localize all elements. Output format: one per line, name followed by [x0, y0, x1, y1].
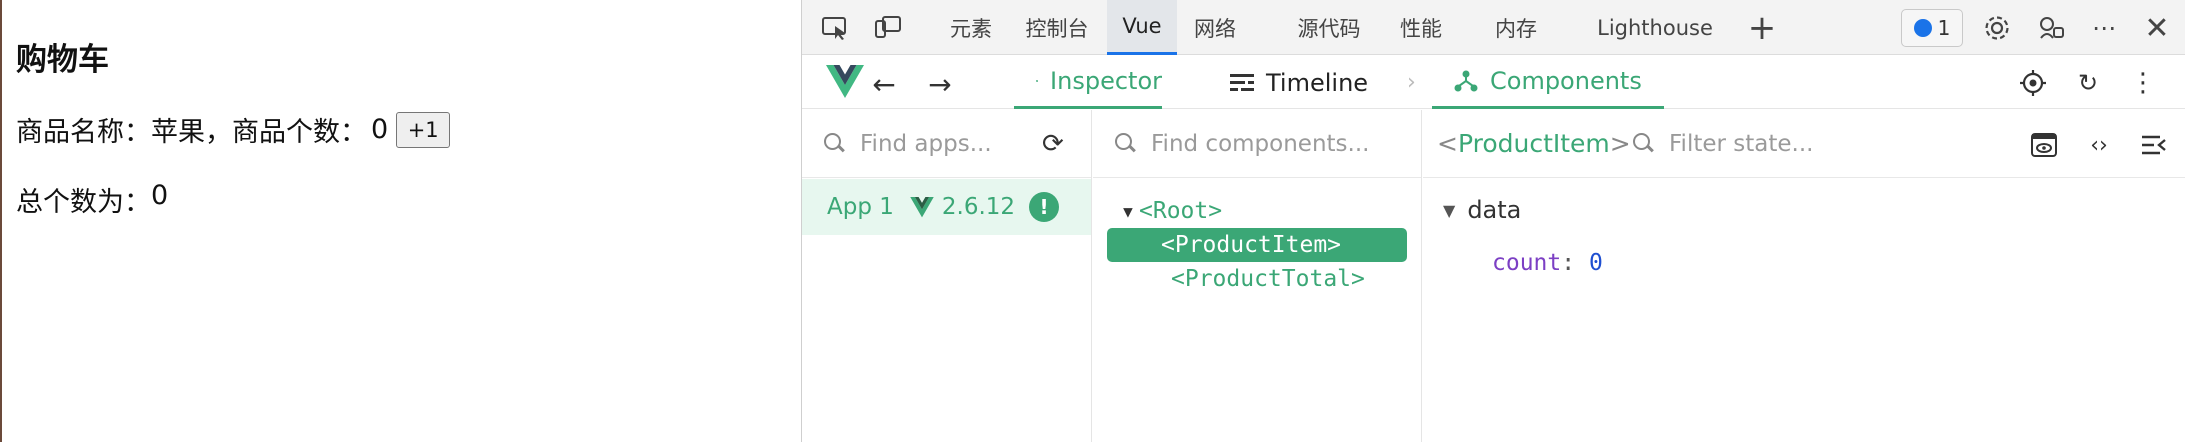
- tab-sources[interactable]: 源代码: [1284, 0, 1374, 55]
- tree-node-root[interactable]: ▼ <Root>: [1093, 194, 1421, 228]
- inspect-element-icon[interactable]: [820, 13, 850, 43]
- state-pane: <ProductItem> ‹› ▼ data count: 0: [1423, 110, 2185, 442]
- app-list-item[interactable]: App 1 2.6.12 !: [802, 179, 1091, 235]
- expand-triangle-icon[interactable]: ▼: [1117, 202, 1139, 221]
- selected-component-name: <ProductItem>: [1437, 129, 1631, 158]
- apps-pane: ⟳ App 1 2.6.12 !: [802, 110, 1092, 442]
- state-filter-input[interactable]: [1669, 131, 1869, 157]
- forward-arrow-icon[interactable]: →: [925, 68, 955, 101]
- state-header: <ProductItem> ‹›: [1423, 110, 2185, 178]
- tab-console[interactable]: 控制台: [1012, 0, 1102, 55]
- tab-timeline[interactable]: Timeline: [1230, 56, 1368, 109]
- product-line: 商品名称：苹果，商品个数： 0 +1: [16, 110, 451, 149]
- state-row: count: 0: [1492, 250, 1603, 276]
- device-toolbar-icon[interactable]: [873, 13, 903, 43]
- tab-inspector[interactable]: Inspector: [1014, 56, 1162, 109]
- issues-badge[interactable]: 1: [1901, 9, 1963, 47]
- components-icon: [1454, 70, 1478, 92]
- target-icon[interactable]: [2017, 68, 2049, 98]
- warning-icon: !: [1029, 192, 1060, 222]
- app-name: App 1: [827, 194, 894, 220]
- state-search: [1633, 124, 1869, 164]
- add-tab-icon[interactable]: +: [1747, 8, 1777, 48]
- gear-icon[interactable]: [1982, 13, 2012, 43]
- timeline-icon: [1230, 73, 1254, 91]
- component-tree: ▼ <Root> <ProductItem> <ProductTotal>: [1093, 194, 1421, 296]
- close-icon[interactable]: ✕: [2142, 11, 2172, 46]
- expand-triangle-icon: ▼: [1443, 200, 1456, 220]
- chevron-right-icon: ›: [1407, 70, 1416, 95]
- tab-vue[interactable]: Vue: [1107, 0, 1177, 55]
- collapse-panel-icon[interactable]: [2139, 130, 2169, 160]
- more-vertical-icon[interactable]: ⋮: [2127, 68, 2159, 98]
- tab-components[interactable]: Components: [1432, 56, 1664, 109]
- apps-search-input[interactable]: [860, 130, 1020, 157]
- refresh-icon[interactable]: ↻: [2072, 68, 2104, 98]
- tab-network[interactable]: 网络: [1183, 0, 1247, 55]
- search-icon: [824, 132, 846, 155]
- tree-node-productitem[interactable]: <ProductItem>: [1107, 228, 1407, 262]
- components-search-row: [1093, 110, 1421, 178]
- tab-memory[interactable]: 内存: [1482, 0, 1550, 55]
- sync-icon[interactable]: ⟳: [1042, 129, 1064, 159]
- components-pane: ▼ <Root> <ProductItem> <ProductTotal>: [1093, 110, 1422, 442]
- state-section-toggle[interactable]: ▼ data: [1443, 196, 1521, 224]
- total-value: 0: [151, 180, 169, 211]
- tab-elements[interactable]: 元素: [937, 0, 1005, 55]
- devtools-panel: 元素 控制台 Vue 网络 源代码 性能 内存 Lighthouse + 1 ⋯…: [801, 0, 2185, 442]
- apps-search-row: ⟳: [802, 110, 1091, 178]
- code-icon[interactable]: ‹›: [2084, 130, 2114, 160]
- increment-button[interactable]: +1: [396, 111, 451, 148]
- components-search-input[interactable]: [1151, 130, 1411, 157]
- vue-toolbar: ← → Inspector Timeline › Components ↻ ⋮: [802, 56, 2185, 109]
- product-label: 商品名称：苹果，商品个数：: [16, 117, 367, 148]
- compass-icon: [1036, 80, 1038, 82]
- tab-performance[interactable]: 性能: [1387, 0, 1455, 55]
- inspect-dom-icon[interactable]: [2029, 130, 2059, 160]
- tab-lighthouse[interactable]: Lighthouse: [1580, 0, 1730, 55]
- back-arrow-icon[interactable]: ←: [869, 68, 899, 101]
- total-line: 总个数为： 0: [16, 180, 168, 219]
- web-page: 购物车 商品名称：苹果，商品个数： 0 +1 总个数为： 0: [0, 0, 801, 442]
- product-count: 0: [371, 114, 389, 145]
- customize-icon[interactable]: [2036, 13, 2066, 43]
- more-icon[interactable]: ⋯: [2090, 13, 2120, 43]
- vue-logo-icon: [826, 65, 864, 98]
- devtools-tab-bar: 元素 控制台 Vue 网络 源代码 性能 内存 Lighthouse + 1 ⋯…: [802, 0, 2185, 55]
- app-version: 2.6.12: [910, 194, 1015, 220]
- chat-icon: [1913, 19, 1932, 37]
- page-title: 购物车: [16, 42, 109, 78]
- vue-small-icon: [910, 196, 934, 217]
- tree-node-producttotal[interactable]: <ProductTotal>: [1093, 262, 1421, 296]
- total-label: 总个数为：: [16, 187, 151, 218]
- search-icon: [1115, 132, 1137, 155]
- search-icon: [1633, 133, 1655, 155]
